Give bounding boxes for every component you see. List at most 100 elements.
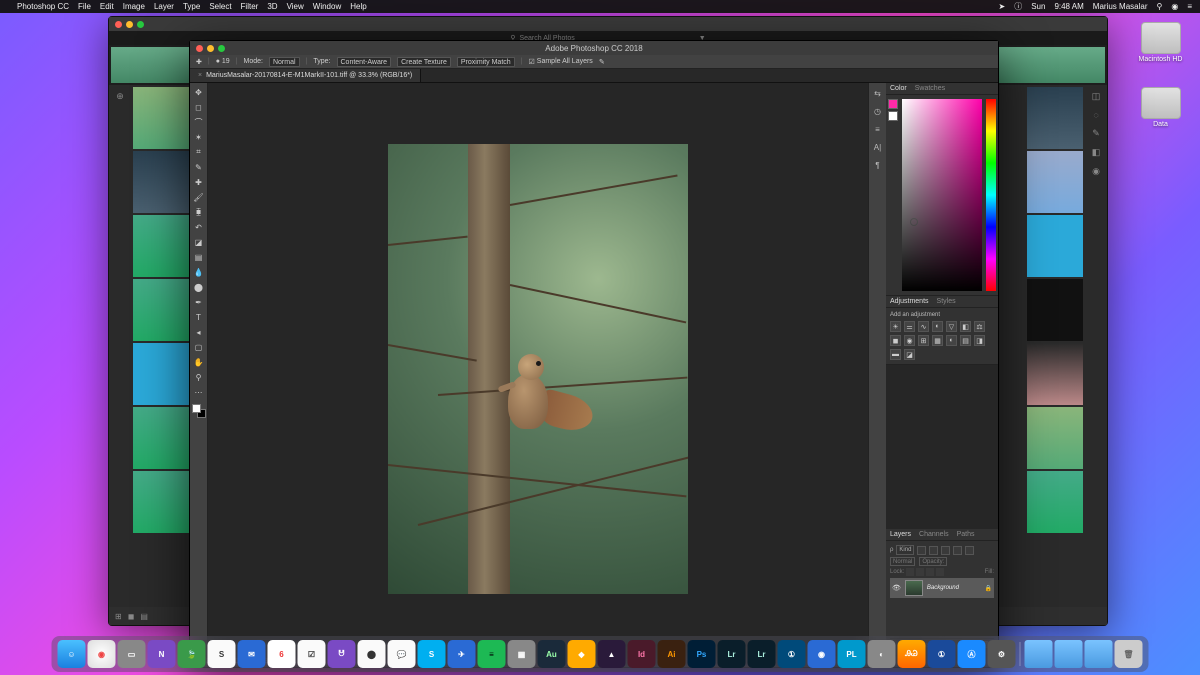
type-content-aware[interactable]: Content-Aware bbox=[337, 57, 392, 67]
menu-filter[interactable]: Filter bbox=[241, 2, 259, 11]
minimize-icon[interactable] bbox=[126, 21, 133, 28]
dock-audition[interactable]: Au bbox=[538, 640, 566, 668]
mode-select[interactable]: Normal bbox=[269, 57, 300, 67]
menu-type[interactable]: Type bbox=[183, 2, 200, 11]
dock-safari[interactable]: ◉ bbox=[88, 640, 116, 668]
dock-contacts[interactable]: ▭ bbox=[118, 640, 146, 668]
foreground-swatch[interactable] bbox=[888, 99, 898, 109]
lookup-adjustment-icon[interactable]: ▦ bbox=[932, 335, 943, 346]
close-icon[interactable] bbox=[115, 21, 122, 28]
blend-mode-select[interactable]: Normal bbox=[890, 557, 915, 566]
color-tab[interactable]: Color bbox=[890, 85, 907, 92]
threshold-adjustment-icon[interactable]: ◨ bbox=[974, 335, 985, 346]
clock-day[interactable]: Sun bbox=[1031, 2, 1045, 11]
levels-adjustment-icon[interactable]: ⚌ bbox=[904, 321, 915, 332]
marquee-tool[interactable]: ◻ bbox=[192, 100, 206, 114]
thumbnail[interactable] bbox=[133, 279, 189, 341]
menu-3d[interactable]: 3D bbox=[267, 2, 277, 11]
clock-time[interactable]: 9:48 AM bbox=[1054, 2, 1083, 11]
menu-file[interactable]: File bbox=[78, 2, 91, 11]
dock-1password[interactable]: ① bbox=[928, 640, 956, 668]
app-menu[interactable]: Photoshop CC bbox=[17, 2, 69, 11]
styles-tab[interactable]: Styles bbox=[937, 298, 956, 305]
dock-spotify[interactable]: ≡ bbox=[478, 640, 506, 668]
zoom-icon[interactable] bbox=[218, 45, 225, 52]
thumbnail[interactable] bbox=[1027, 215, 1083, 277]
notification-center-icon[interactable]: ≡ bbox=[1187, 2, 1192, 11]
filter-kind-select[interactable]: Kind bbox=[896, 545, 914, 555]
dock-photoshop[interactable]: Ps bbox=[688, 640, 716, 668]
vibrance-adjustment-icon[interactable]: ▽ bbox=[946, 321, 957, 332]
photo-filter-adjustment-icon[interactable]: ◉ bbox=[904, 335, 915, 346]
menu-select[interactable]: Select bbox=[209, 2, 231, 11]
thumbnail[interactable] bbox=[133, 215, 189, 277]
thumbnail[interactable] bbox=[1027, 343, 1083, 405]
color-swatches[interactable] bbox=[192, 404, 206, 418]
layers-tab[interactable]: Layers bbox=[890, 531, 911, 538]
radial-icon[interactable]: ◉ bbox=[1092, 166, 1100, 177]
detail-view-icon[interactable]: ▤ bbox=[140, 612, 148, 621]
posterize-adjustment-icon[interactable]: ▤ bbox=[960, 335, 971, 346]
pressure-icon[interactable]: ✎ bbox=[599, 58, 605, 66]
selective-color-adjustment-icon[interactable]: ◪ bbox=[904, 349, 915, 360]
invert-adjustment-icon[interactable]: ◐ bbox=[946, 335, 957, 346]
filter-type-icon[interactable] bbox=[941, 546, 950, 555]
user-name[interactable]: Marius Masalar bbox=[1093, 2, 1148, 11]
photoshop-canvas-area[interactable] bbox=[208, 83, 868, 655]
zoom-icon[interactable] bbox=[137, 21, 144, 28]
menu-image[interactable]: Image bbox=[123, 2, 145, 11]
menu-help[interactable]: Help bbox=[350, 2, 366, 11]
dock-sketch[interactable]: ◆ bbox=[568, 640, 596, 668]
history-panel-icon[interactable]: ◷ bbox=[872, 105, 884, 117]
thumbnail[interactable] bbox=[1027, 151, 1083, 213]
lock-transparency-icon[interactable] bbox=[906, 568, 914, 576]
healing-brush-icon[interactable]: ✚ bbox=[196, 58, 202, 66]
character-panel-icon[interactable]: A| bbox=[872, 141, 884, 153]
properties-panel-icon[interactable]: ≡ bbox=[872, 123, 884, 135]
exposure-adjustment-icon[interactable]: ◐ bbox=[932, 321, 943, 332]
layer-row-background[interactable]: 👁 Background 🔒 bbox=[890, 578, 994, 598]
zoom-tool[interactable]: ⚲ bbox=[192, 370, 206, 384]
dock-affinity[interactable]: ▲ bbox=[598, 640, 626, 668]
blur-tool[interactable]: 💧 bbox=[192, 265, 206, 279]
location-icon[interactable]: ➤ bbox=[999, 2, 1006, 11]
desktop-drive-data[interactable]: Data bbox=[1133, 87, 1188, 128]
dock-onenote[interactable]: N bbox=[148, 640, 176, 668]
hue-adjustment-icon[interactable]: ◧ bbox=[960, 321, 971, 332]
thumbnail[interactable] bbox=[133, 343, 189, 405]
healing-brush-tool[interactable]: ✚ bbox=[192, 175, 206, 189]
brush-tool[interactable]: 🖌 bbox=[192, 190, 206, 204]
type-proximity-match[interactable]: Proximity Match bbox=[457, 57, 515, 67]
channels-tab[interactable]: Channels bbox=[919, 531, 949, 538]
visibility-toggle-icon[interactable]: 👁 bbox=[892, 584, 901, 592]
dock-freshbooks[interactable]: 🍃 bbox=[178, 640, 206, 668]
dodge-tool[interactable]: ⬤ bbox=[192, 280, 206, 294]
minimize-icon[interactable] bbox=[207, 45, 214, 52]
dock-trash[interactable]: 🗑 bbox=[1115, 640, 1143, 668]
dock-ulysses[interactable]: ᕰ bbox=[328, 640, 356, 668]
document-canvas[interactable] bbox=[388, 144, 688, 594]
thumbnail[interactable] bbox=[133, 471, 189, 533]
gradient-tool[interactable]: ▤ bbox=[192, 250, 206, 264]
dock-system-preferences[interactable]: ⚙ bbox=[988, 640, 1016, 668]
dock-illustrator[interactable]: Ai bbox=[658, 640, 686, 668]
type-tool[interactable]: T bbox=[192, 310, 206, 324]
dock-butterfly[interactable]: ᎯᏊ bbox=[898, 640, 926, 668]
crop-icon[interactable]: ◫ bbox=[1092, 91, 1101, 102]
lasso-tool[interactable]: ⌒ bbox=[192, 115, 206, 129]
dock-skype[interactable]: S bbox=[418, 640, 446, 668]
thumbnail[interactable] bbox=[133, 407, 189, 469]
dock-folder[interactable] bbox=[1085, 640, 1113, 668]
dock-ia-writer[interactable]: ⬤ bbox=[358, 640, 386, 668]
swatches-tab[interactable]: Swatches bbox=[915, 85, 945, 92]
edit-toolbar[interactable]: ⋯ bbox=[192, 385, 206, 399]
thumbnail[interactable] bbox=[133, 87, 189, 149]
gradient-icon[interactable]: ◧ bbox=[1092, 147, 1101, 158]
quick-select-tool[interactable]: ✶ bbox=[192, 130, 206, 144]
dock-messages[interactable]: 💬 bbox=[388, 640, 416, 668]
close-icon[interactable] bbox=[196, 45, 203, 52]
menu-view[interactable]: View bbox=[287, 2, 304, 11]
move-tool[interactable]: ✥ bbox=[192, 85, 206, 99]
info-icon[interactable]: ⓘ bbox=[1014, 1, 1022, 12]
heal-icon[interactable]: ◌ bbox=[1093, 110, 1098, 120]
